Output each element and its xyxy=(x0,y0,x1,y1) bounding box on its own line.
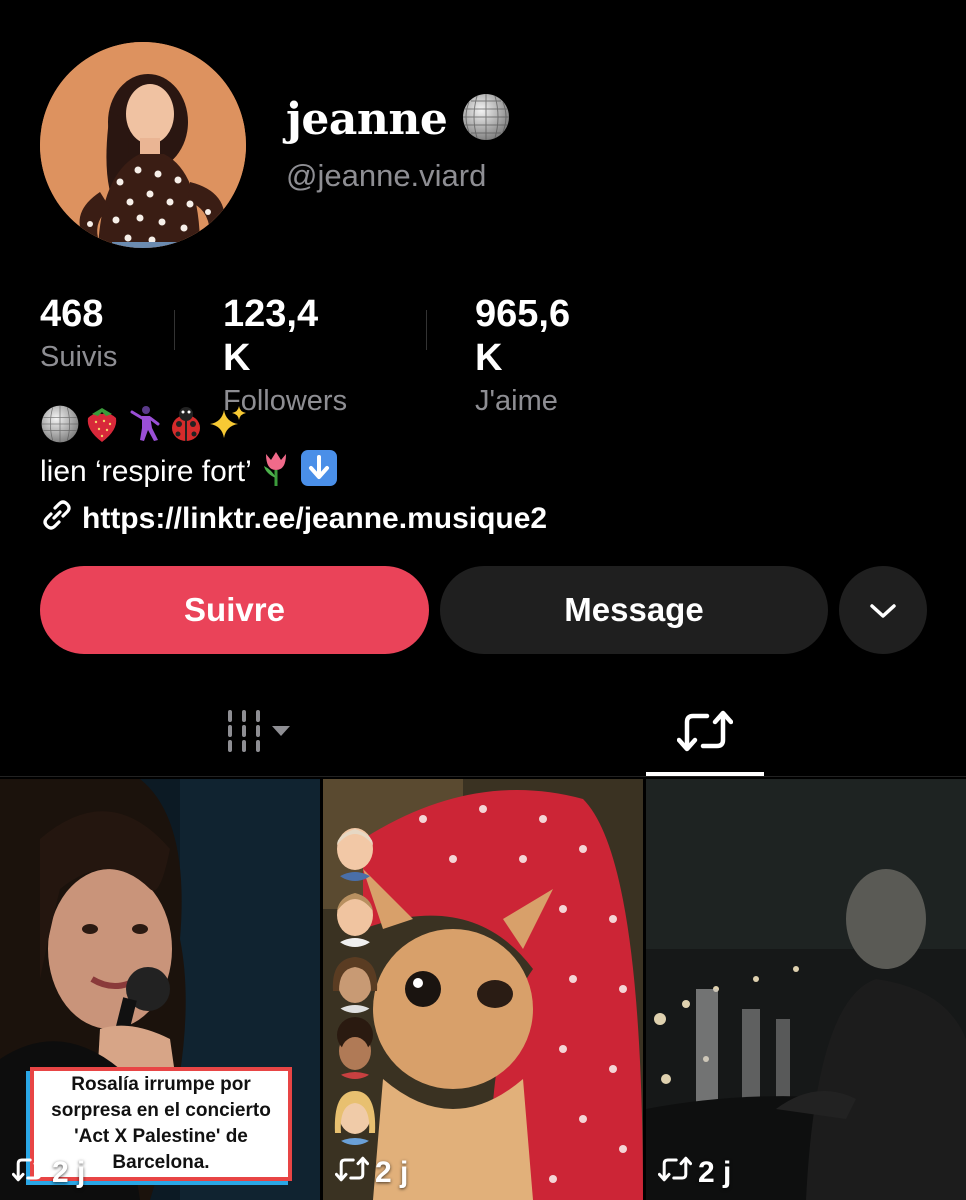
bio-text-row: lien ‘respire fort’ xyxy=(40,448,338,496)
tab-reposts[interactable] xyxy=(646,690,764,776)
repost-icon xyxy=(676,706,734,761)
down-arrow-icon xyxy=(300,449,338,495)
repost-age: 2 j xyxy=(52,1156,86,1189)
dancer-icon xyxy=(124,404,164,449)
stat-following-value: 468 xyxy=(40,293,104,335)
bio-link[interactable]: https://linktr.ee/jeanne.musique2 xyxy=(40,498,547,540)
repost-meta: 2 j xyxy=(334,1154,409,1192)
stat-followers[interactable]: 123,4 K Followers xyxy=(223,292,347,420)
repost-icon xyxy=(657,1154,693,1192)
video-tile[interactable]: 2 j xyxy=(646,779,966,1200)
tab-videos[interactable] xyxy=(190,690,330,776)
stat-followers-value: 123,4 K xyxy=(223,293,319,379)
video-tile[interactable]: Rosalía irrumpe por sorpresa en el conci… xyxy=(0,779,320,1200)
stat-following[interactable]: 468 Suivis xyxy=(40,292,117,376)
tulip-icon xyxy=(258,448,294,496)
repost-icon xyxy=(334,1154,370,1192)
video-thumbnail xyxy=(646,779,966,1200)
tabs-divider xyxy=(0,776,966,777)
stat-following-label: Suivis xyxy=(40,341,118,373)
stat-likes[interactable]: 965,6 K J'aime xyxy=(475,292,570,420)
display-name: jeanne xyxy=(286,94,448,145)
link-icon xyxy=(40,498,74,540)
repost-meta: 2 j xyxy=(657,1154,732,1192)
repost-age: 2 j xyxy=(375,1156,409,1189)
stat-divider xyxy=(174,310,175,350)
profile-tabs xyxy=(0,690,966,778)
video-grid: Rosalía irrumpe por sorpresa en el conci… xyxy=(0,779,966,1200)
sparkles-icon xyxy=(208,404,248,449)
stat-likes-label: J'aime xyxy=(475,385,558,417)
repost-age: 2 j xyxy=(698,1156,732,1189)
stat-divider xyxy=(426,310,427,350)
follow-button[interactable]: Suivre xyxy=(40,566,429,654)
disco-ball-icon xyxy=(40,404,80,449)
memoji-column xyxy=(327,819,385,1145)
chevron-down-icon xyxy=(868,591,898,629)
video-tile[interactable]: 2 j xyxy=(323,779,643,1200)
profile-avatar[interactable] xyxy=(40,42,246,248)
repost-meta: 2 j xyxy=(11,1154,86,1192)
bio-emoji-row xyxy=(40,404,248,449)
ladybug-icon xyxy=(166,404,206,449)
repost-icon xyxy=(11,1154,47,1192)
profile-name-row: jeanne xyxy=(286,92,511,147)
bio-text: lien ‘respire fort’ xyxy=(40,455,252,488)
profile-handle: @jeanne.viard xyxy=(286,158,487,193)
stat-likes-value: 965,6 K xyxy=(475,293,571,379)
disco-ball-icon xyxy=(461,92,511,147)
more-options-button[interactable] xyxy=(839,566,927,654)
bio-link-text[interactable]: https://linktr.ee/jeanne.musique2 xyxy=(82,502,547,536)
grid-icon xyxy=(220,708,300,759)
message-button[interactable]: Message xyxy=(440,566,828,654)
strawberry-icon xyxy=(82,404,122,449)
